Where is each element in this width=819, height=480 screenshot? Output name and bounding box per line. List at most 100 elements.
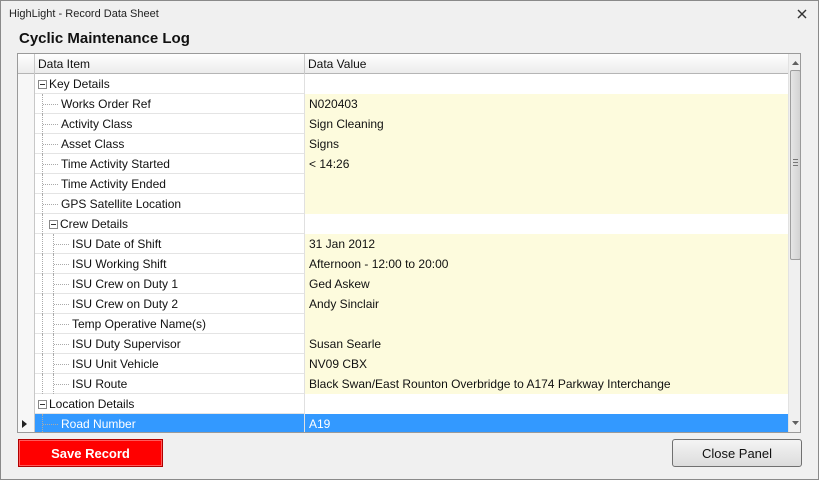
table-row[interactable]: Asset Class Signs <box>18 134 788 154</box>
tree-group-row[interactable]: Key Details <box>18 74 788 94</box>
data-item-label: Road Number <box>61 417 136 431</box>
row-selector[interactable] <box>18 114 35 134</box>
data-value-cell[interactable]: N020403 <box>305 94 788 114</box>
data-item-cell[interactable]: Key Details <box>35 74 305 94</box>
tree-branch-line <box>54 384 69 385</box>
data-value-cell <box>305 214 788 234</box>
data-value-cell[interactable]: Black Swan/East Rounton Overbridge to A1… <box>305 374 788 394</box>
row-selector[interactable] <box>18 94 35 114</box>
row-selector[interactable] <box>18 254 35 274</box>
data-item-cell[interactable]: Works Order Ref <box>35 94 305 114</box>
data-value-cell[interactable]: Sign Cleaning <box>305 114 788 134</box>
table-row[interactable]: Time Activity Started < 14:26 <box>18 154 788 174</box>
tree-guide-line <box>42 294 43 314</box>
row-selector[interactable] <box>18 154 35 174</box>
data-value-cell[interactable]: Ged Askew <box>305 274 788 294</box>
data-item-label: Activity Class <box>61 117 133 131</box>
table-row[interactable]: ISU Duty Supervisor Susan Searle <box>18 334 788 354</box>
data-value-cell[interactable]: Signs <box>305 134 788 154</box>
data-value-cell[interactable]: 31 Jan 2012 <box>305 234 788 254</box>
row-selector[interactable] <box>18 194 35 214</box>
vertical-scrollbar[interactable] <box>788 54 800 432</box>
tree-group-row[interactable]: Crew Details <box>18 214 788 234</box>
data-value-cell[interactable] <box>305 194 788 214</box>
data-item-cell[interactable]: Location Details <box>35 394 305 414</box>
tree-group-row[interactable]: Location Details <box>18 394 788 414</box>
data-item-label: ISU Date of Shift <box>72 237 162 251</box>
data-value-cell[interactable]: NV09 CBX <box>305 354 788 374</box>
table-row[interactable]: ISU Route Black Swan/East Rounton Overbri… <box>18 374 788 394</box>
scroll-down-icon[interactable] <box>790 416 800 430</box>
data-item-cell[interactable]: Time Activity Ended <box>35 174 305 194</box>
window-title: HighLight - Record Data Sheet <box>9 8 159 20</box>
column-header-data-item[interactable]: Data Item <box>35 54 305 74</box>
data-item-cell[interactable]: Crew Details <box>35 214 305 234</box>
data-item-cell[interactable]: Road Number <box>35 414 305 432</box>
data-value-cell[interactable] <box>305 174 788 194</box>
data-value-cell[interactable]: Susan Searle <box>305 334 788 354</box>
data-item-cell[interactable]: ISU Crew on Duty 1 <box>35 274 305 294</box>
data-item-cell[interactable]: ISU Route <box>35 374 305 394</box>
table-row[interactable]: Activity Class Sign Cleaning <box>18 114 788 134</box>
data-value-cell[interactable]: A19 <box>305 414 788 432</box>
row-selector[interactable] <box>18 394 35 414</box>
data-value-cell[interactable]: Andy Sinclair <box>305 294 788 314</box>
data-item-label: Crew Details <box>60 217 129 231</box>
table-row[interactable]: ISU Date of Shift 31 Jan 2012 <box>18 234 788 254</box>
tree-branch-line <box>43 164 58 165</box>
data-value-cell[interactable]: < 14:26 <box>305 154 788 174</box>
row-selector[interactable] <box>18 234 35 254</box>
row-selector[interactable] <box>18 274 35 294</box>
data-value-cell[interactable]: Afternoon - 12:00 to 20:00 <box>305 254 788 274</box>
data-item-cell[interactable]: Time Activity Started <box>35 154 305 174</box>
row-selector[interactable] <box>18 374 35 394</box>
row-selector[interactable] <box>18 134 35 154</box>
data-item-label: Time Activity Started <box>61 157 170 171</box>
close-panel-button[interactable]: Close Panel <box>672 439 802 467</box>
collapse-icon[interactable] <box>49 220 58 229</box>
data-value-cell <box>305 74 788 94</box>
scroll-thumb[interactable] <box>790 70 800 260</box>
table-row[interactable]: Road Number A19 <box>18 414 788 432</box>
window-close-icon[interactable] <box>794 6 810 22</box>
data-item-cell[interactable]: ISU Working Shift <box>35 254 305 274</box>
row-selector[interactable] <box>18 174 35 194</box>
table-row[interactable]: Time Activity Ended <box>18 174 788 194</box>
data-item-cell[interactable]: Temp Operative Name(s) <box>35 314 305 334</box>
row-selector[interactable] <box>18 314 35 334</box>
table-row[interactable]: Temp Operative Name(s) <box>18 314 788 334</box>
save-record-button[interactable]: Save Record <box>18 439 163 467</box>
table-row[interactable]: ISU Unit Vehicle NV09 CBX <box>18 354 788 374</box>
data-item-cell[interactable]: Asset Class <box>35 134 305 154</box>
data-item-cell[interactable]: ISU Unit Vehicle <box>35 354 305 374</box>
record-data-sheet-window: HighLight - Record Data Sheet Cyclic Mai… <box>0 0 819 480</box>
data-item-cell[interactable]: ISU Duty Supervisor <box>35 334 305 354</box>
row-selector[interactable] <box>18 334 35 354</box>
row-selector[interactable] <box>18 214 35 234</box>
tree-branch-line <box>54 264 69 265</box>
data-item-cell[interactable]: ISU Crew on Duty 2 <box>35 294 305 314</box>
data-item-cell[interactable]: ISU Date of Shift <box>35 234 305 254</box>
data-value-cell[interactable] <box>305 314 788 334</box>
data-item-cell[interactable]: Activity Class <box>35 114 305 134</box>
table-row[interactable]: ISU Crew on Duty 2 Andy Sinclair <box>18 294 788 314</box>
row-selector[interactable] <box>18 414 35 432</box>
collapse-icon[interactable] <box>38 80 47 89</box>
data-item-cell[interactable]: GPS Satellite Location <box>35 194 305 214</box>
tree-branch-line <box>54 364 69 365</box>
scroll-up-icon[interactable] <box>790 56 800 70</box>
data-item-label: ISU Crew on Duty 2 <box>72 297 179 311</box>
row-selector[interactable] <box>18 294 35 314</box>
collapse-icon[interactable] <box>38 400 47 409</box>
table-row[interactable]: GPS Satellite Location <box>18 194 788 214</box>
data-item-label: Time Activity Ended <box>61 177 166 191</box>
row-selector-header <box>18 54 35 74</box>
column-header-data-value[interactable]: Data Value <box>305 54 788 74</box>
tree-guide-line <box>42 314 43 334</box>
row-selector[interactable] <box>18 74 35 94</box>
table-row[interactable]: Works Order Ref N020403 <box>18 94 788 114</box>
tree-guide-line <box>42 254 43 274</box>
table-row[interactable]: ISU Crew on Duty 1 Ged Askew <box>18 274 788 294</box>
row-selector[interactable] <box>18 354 35 374</box>
table-row[interactable]: ISU Working Shift Afternoon - 12:00 to 20… <box>18 254 788 274</box>
